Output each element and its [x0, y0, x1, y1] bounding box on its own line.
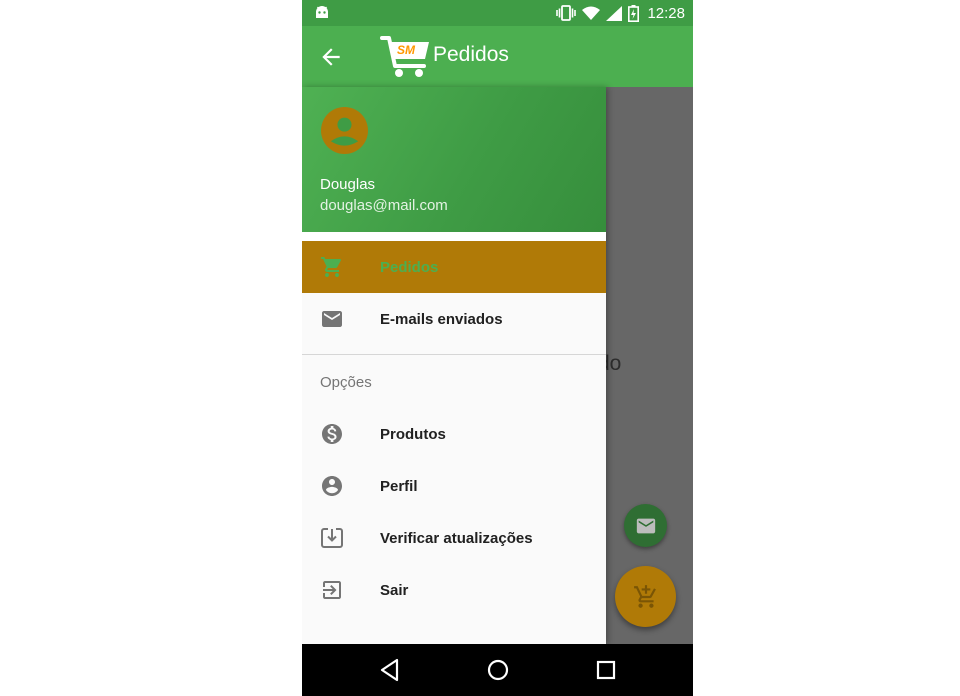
page-title: Pedidos — [433, 43, 509, 66]
phone-screen: 12:28 SM Pedidos do Douglas douglas@mail… — [302, 0, 693, 696]
vibrate-icon — [556, 5, 577, 21]
drawer-item-produtos[interactable]: Produtos — [302, 408, 606, 460]
add-cart-icon — [633, 584, 656, 608]
exit-icon — [323, 581, 341, 599]
drawer-item-emails-enviados[interactable]: E-mails enviados — [302, 293, 606, 345]
send-email-fab[interactable] — [624, 504, 667, 547]
drawer-item-perfil[interactable]: Perfil — [302, 460, 606, 512]
status-bar: 12:28 — [302, 0, 693, 26]
navigation-drawer: Douglas douglas@mail.com Pedidos E-mails… — [302, 87, 606, 644]
drawer-item-verificar-atualizacoes[interactable]: Verificar atualizações — [302, 512, 606, 564]
user-name: Douglas — [320, 176, 376, 193]
header-spacer — [302, 232, 606, 241]
drawer-divider — [302, 354, 606, 355]
drawer-header: Douglas douglas@mail.com — [302, 87, 606, 232]
account-icon — [322, 476, 342, 496]
signal-icon — [606, 5, 623, 21]
drawer-item-sair[interactable]: Sair — [302, 564, 606, 616]
app-logo-cart-icon: SM — [380, 36, 429, 77]
drawer-item-label: Verificar atualizações — [380, 529, 533, 547]
drawer-item-label: E-mails enviados — [380, 310, 503, 328]
android-debug-icon — [316, 6, 328, 18]
clock-time: 12:28 — [647, 4, 685, 22]
back-triangle-icon[interactable] — [377, 657, 403, 683]
home-circle-icon[interactable] — [485, 657, 511, 683]
section-title-opcoes: Opções — [320, 374, 372, 391]
user-email: douglas@mail.com — [320, 197, 448, 214]
drawer-item-label: Pedidos — [380, 258, 439, 276]
account-avatar-icon[interactable] — [321, 107, 368, 154]
cart-icon — [321, 257, 342, 277]
drawer-item-pedidos[interactable]: Pedidos — [302, 241, 606, 293]
battery-charging-icon — [628, 4, 640, 22]
wifi-icon — [582, 6, 601, 20]
drawer-item-label: Produtos — [380, 425, 446, 443]
drawer-item-label: Perfil — [380, 477, 418, 495]
email-icon — [322, 311, 342, 327]
app-toolbar: SM Pedidos — [302, 26, 693, 87]
arrow-back-icon[interactable] — [318, 44, 344, 70]
svg-text:SM: SM — [397, 43, 416, 57]
dollar-icon — [322, 424, 342, 444]
add-order-fab[interactable] — [615, 566, 676, 627]
email-icon — [636, 518, 655, 533]
drawer-item-label: Sair — [380, 581, 409, 599]
recents-square-icon[interactable] — [593, 657, 619, 683]
system-navigation-bar — [302, 644, 693, 696]
download-icon — [321, 528, 343, 548]
